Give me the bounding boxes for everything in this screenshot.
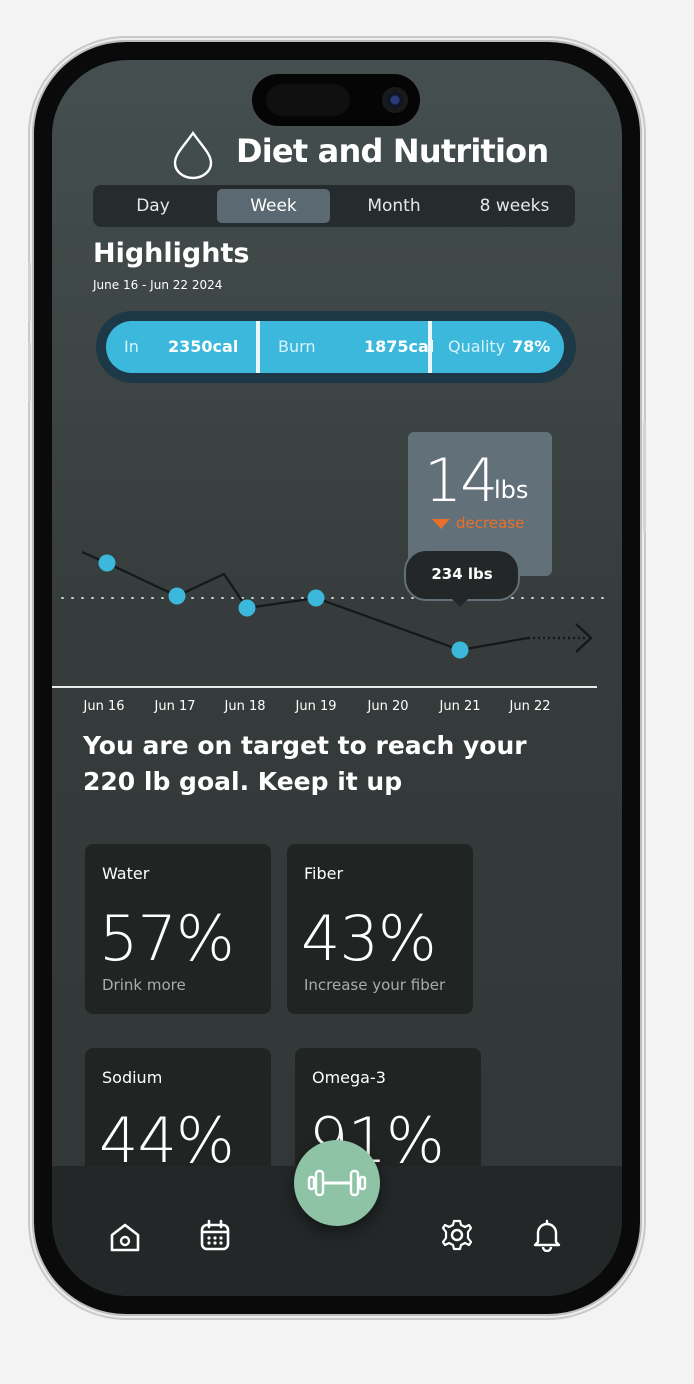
data-point[interactable] — [307, 589, 325, 607]
stat-burn[interactable]: Burn 1875cal — [278, 321, 434, 373]
down-arrow-icon — [432, 518, 450, 529]
bell-icon[interactable] — [530, 1218, 564, 1252]
home-icon[interactable] — [108, 1220, 142, 1254]
stat-divider — [428, 321, 432, 373]
weight-change-trend: decrease — [432, 514, 524, 532]
stats-summary: In 2350cal Burn 1875cal Quality 78% — [96, 311, 576, 383]
tab-day[interactable]: Day — [97, 189, 209, 223]
workout-button[interactable] — [294, 1140, 380, 1226]
phone-frame: Diet and Nutrition Day Week Month 8 week… — [28, 42, 646, 1314]
data-point[interactable] — [238, 599, 256, 617]
highlights-title: Highlights — [93, 238, 250, 269]
page-title: Diet and Nutrition — [236, 132, 549, 170]
dumbbell-icon — [307, 1169, 367, 1197]
metric-label: Sodium — [102, 1068, 163, 1087]
x-tick-label: Jun 22 — [509, 699, 551, 714]
metric-label: Water — [102, 864, 150, 883]
goal-message: You are on target to reach your 220 lb g… — [83, 731, 527, 796]
x-tick-label: Jun 20 — [367, 699, 409, 714]
highlights-date: June 16 - Jun 22 2024 — [93, 278, 223, 292]
metric-card-fiber[interactable]: Fiber 43% Increase your fiber — [287, 844, 473, 1014]
metric-label: Fiber — [304, 864, 344, 883]
x-tick-label: Jun 18 — [224, 699, 266, 714]
stat-quality-value: 78% — [512, 337, 551, 356]
stat-quality-label: Quality — [448, 337, 506, 356]
screen: Diet and Nutrition Day Week Month 8 week… — [52, 60, 622, 1296]
power-button — [643, 422, 646, 532]
calendar-icon[interactable] — [198, 1218, 232, 1252]
camera-icon — [382, 87, 408, 113]
dynamic-island — [252, 74, 420, 126]
tab-week[interactable]: Week — [217, 189, 330, 223]
data-point[interactable] — [168, 587, 186, 605]
data-point[interactable] — [98, 554, 116, 572]
stat-divider — [256, 321, 260, 373]
data-point[interactable] — [451, 641, 469, 659]
volume-down-button — [28, 342, 31, 402]
metric-label: Omega-3 — [312, 1068, 386, 1087]
metric-card-water[interactable]: Water 57% Drink more — [85, 844, 271, 1014]
metric-value: 57% — [99, 902, 235, 975]
metric-hint: Drink more — [102, 976, 186, 994]
stat-intake-value: 2350cal — [168, 337, 239, 356]
x-tick-label: Jun 19 — [295, 699, 337, 714]
metric-hint: Increase your fiber — [304, 976, 446, 994]
weight-trend-label: decrease — [456, 514, 525, 532]
x-tick-label: Jun 17 — [154, 699, 196, 714]
tab-month[interactable]: Month — [338, 189, 450, 223]
tooltip-pointer — [448, 595, 472, 607]
range-selector: Day Week Month 8 weeks — [93, 185, 575, 227]
x-tick-label: Jun 16 — [83, 699, 125, 714]
stat-intake-label: In — [124, 337, 139, 356]
weight-change-value: 14 — [424, 446, 498, 516]
metric-value: 43% — [301, 902, 437, 975]
stat-intake[interactable]: In 2350cal — [124, 321, 254, 373]
stat-quality[interactable]: Quality 78% — [448, 321, 564, 373]
gear-icon[interactable] — [440, 1218, 474, 1252]
chart-tooltip: 234 lbs — [404, 549, 520, 601]
x-tick-label: Jun 21 — [439, 699, 481, 714]
weight-change-unit: lbs — [494, 476, 529, 504]
stat-burn-label: Burn — [278, 337, 316, 356]
volume-up-button — [28, 262, 31, 322]
tab-8-weeks[interactable]: 8 weeks — [458, 189, 571, 223]
header: Diet and Nutrition — [52, 122, 622, 182]
stat-burn-value: 1875cal — [364, 337, 435, 356]
water-drop-icon — [173, 130, 213, 180]
